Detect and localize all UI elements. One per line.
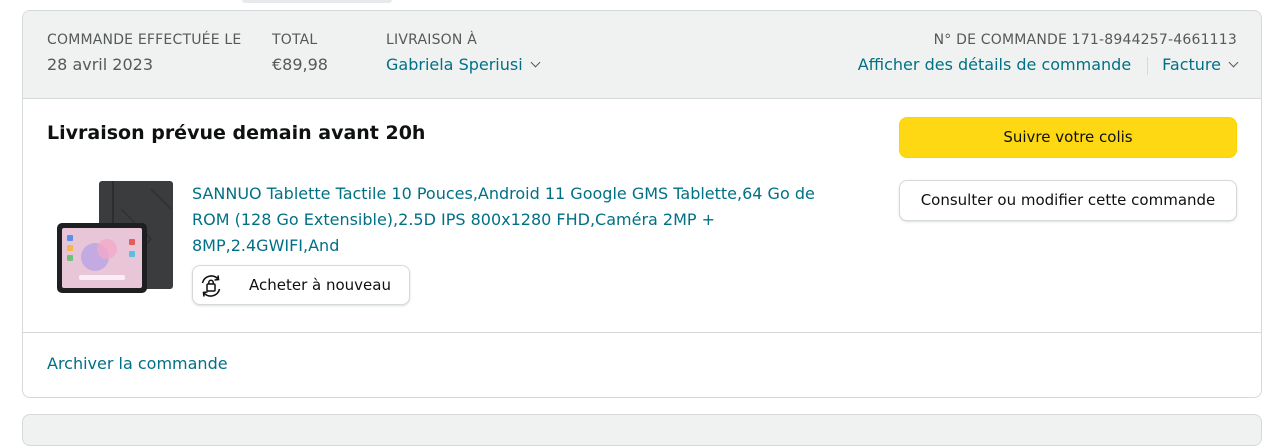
chevron-down-icon bbox=[530, 57, 541, 68]
total-value: €89,98 bbox=[272, 55, 328, 74]
track-package-button[interactable]: Suivre votre colis bbox=[899, 117, 1237, 158]
app-icon bbox=[129, 239, 135, 245]
buy-again-cycle-icon bbox=[201, 275, 221, 297]
next-order-card bbox=[22, 414, 1262, 446]
product-title-link[interactable]: SANNUO Tablette Tactile 10 Pouces,Androi… bbox=[192, 181, 852, 259]
buy-again-button[interactable]: Acheter à nouveau bbox=[192, 265, 410, 305]
ship-to-column: LIVRAISON À Gabriela Speriusi bbox=[386, 31, 541, 76]
order-date-label: COMMANDE EFFECTUÉE LE bbox=[47, 32, 242, 48]
order-header: COMMANDE EFFECTUÉE LE 28 avril 2023 TOTA… bbox=[23, 11, 1261, 99]
app-icon bbox=[129, 251, 135, 257]
order-date-column: COMMANDE EFFECTUÉE LE 28 avril 2023 bbox=[47, 31, 241, 76]
ship-to-dropdown[interactable]: Gabriela Speriusi bbox=[386, 54, 541, 76]
order-card: COMMANDE EFFECTUÉE LE 28 avril 2023 TOTA… bbox=[22, 10, 1262, 398]
archive-order-link[interactable]: Archiver la commande bbox=[47, 354, 228, 373]
buy-again-label: Acheter à nouveau bbox=[249, 276, 391, 294]
order-number-label: N° DE COMMANDE 171-8944257-4661113 bbox=[933, 32, 1237, 48]
app-icon bbox=[67, 235, 73, 241]
total-label: TOTAL bbox=[272, 32, 318, 48]
app-dock bbox=[79, 275, 125, 280]
order-date-value: 28 avril 2023 bbox=[47, 55, 153, 74]
ship-to-name: Gabriela Speriusi bbox=[386, 55, 523, 74]
section-divider bbox=[23, 332, 1261, 333]
app-icon bbox=[67, 245, 73, 251]
order-links: Afficher des détails de commande Facture bbox=[858, 54, 1239, 76]
previous-card-edge bbox=[242, 0, 392, 3]
invoice-dropdown[interactable]: Facture bbox=[1162, 55, 1239, 74]
invoice-link-label: Facture bbox=[1162, 55, 1221, 74]
product-image[interactable] bbox=[51, 179, 179, 299]
app-icon bbox=[67, 255, 73, 261]
ship-to-label: LIVRAISON À bbox=[386, 32, 477, 48]
order-details-link[interactable]: Afficher des détails de commande bbox=[858, 55, 1131, 74]
delivery-status-title: Livraison prévue demain avant 20h bbox=[47, 122, 426, 144]
chevron-down-icon bbox=[1228, 57, 1239, 68]
view-edit-order-button[interactable]: Consulter ou modifier cette commande bbox=[899, 180, 1237, 221]
screen-wallpaper-accent bbox=[97, 239, 117, 259]
total-column: TOTAL €89,98 bbox=[272, 31, 328, 76]
order-number-column: N° DE COMMANDE 171-8944257-4661113 Affic… bbox=[858, 31, 1239, 76]
link-separator bbox=[1147, 56, 1149, 75]
